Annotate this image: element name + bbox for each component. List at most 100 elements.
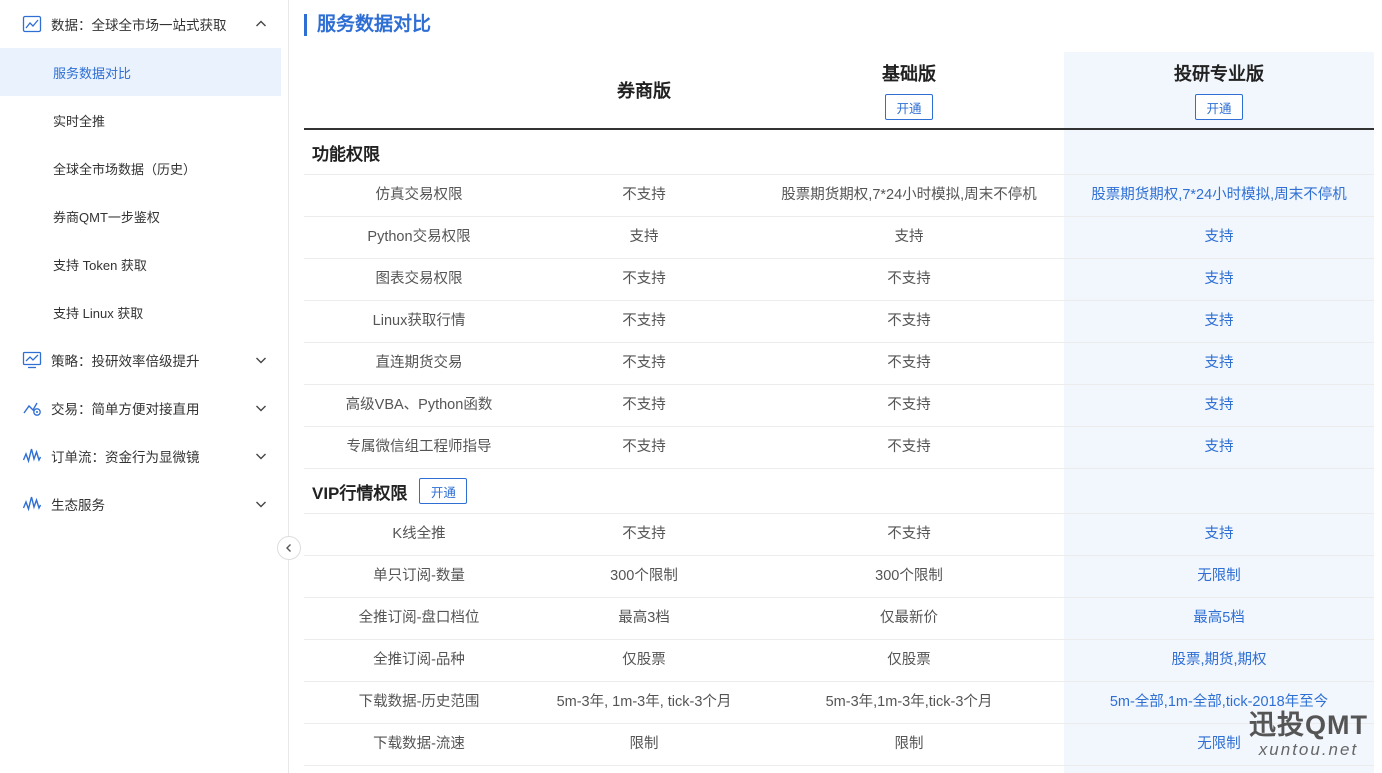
table-cell: 不支持 (622, 313, 666, 329)
sidebar-nav: 数据：全球全市场一站式获取服务数据对比 实时全推 全球全市场数据（历史） 券商QMT一… (0, 0, 288, 528)
table-cell: 限制 (629, 736, 659, 752)
table-row: 下载数据-历史范围 5m-3年, 1m-3年, tick-3个月 5m-3年,1m-… (304, 682, 1374, 724)
table-cell: 不支持 (622, 439, 666, 455)
feature-label: 全推订阅-盘口档位 (358, 610, 480, 626)
section-title: 功能权限 (312, 144, 380, 164)
sidebar-group-label: 数据：全球全市场一站式获取 (51, 18, 227, 33)
table-cell: 支持 (894, 229, 924, 245)
column-pro: 投研专业版 开通 (1064, 52, 1374, 128)
table-cell: 仅最新价 (880, 610, 938, 626)
table-cell: 仅股票 (622, 652, 666, 668)
feature-label: 高级VBA、Python函数 (345, 397, 493, 413)
main-content: 服务数据对比 券商版 基础版 开通 投研专业版 开通 功能权限 仿真交易权限 不支持… (304, 0, 1374, 773)
sidebar-item[interactable]: 券商QMT一步鉴权 (0, 192, 288, 240)
watermark-domain: xuntou.net (1258, 740, 1359, 759)
feature-label: 下载数据-历史范围 (358, 694, 480, 710)
feature-label: 单只订阅-数量 (373, 568, 465, 584)
column-name: 券商版 (617, 81, 671, 101)
chevron-left-icon (286, 544, 291, 552)
table-cell: 股票,期货,期权 (1171, 652, 1267, 668)
sidebar-group-4[interactable]: 生态服务 (0, 480, 288, 528)
feature-label: 专属微信组工程师指导 (346, 439, 492, 455)
table-cell: 不支持 (622, 271, 666, 287)
sidebar-group-2[interactable]: 交易：简单方便对接直用 (0, 384, 288, 432)
table-cell: 不支持 (887, 526, 931, 542)
table-cell: 5m-3年, 1m-3年, tick-3个月 (556, 694, 732, 710)
section-header: 功能权限 (304, 130, 1374, 175)
chart-icon (22, 15, 42, 33)
table-cell: 股票期货期权,7*24小时模拟,周末不停机 (781, 187, 1037, 203)
table-row: Linux获取行情 不支持 不支持 支持 (304, 301, 1374, 343)
table-cell: 最高3档 (618, 610, 670, 626)
table-row: 仿真交易权限 不支持 股票期货期权,7*24小时模拟,周末不停机 股票期货期权,7*2… (304, 175, 1374, 217)
monitor-chart-icon (22, 351, 42, 369)
table-row: Python交易权限 支持 支持 支持 (304, 217, 1374, 259)
table-row: 全推订阅-盘口档位 最高3档 仅最新价 最高5档 (304, 598, 1374, 640)
table-row: 专属微信组工程师指导 不支持 不支持 支持 (304, 427, 1374, 469)
table-cell: 支持 (1204, 271, 1234, 287)
table-cell: 不支持 (887, 313, 931, 329)
sidebar-item[interactable]: 实时全推 (0, 96, 288, 144)
table-row: 高级VBA、Python函数 不支持 不支持 支持 (304, 385, 1374, 427)
table-cell: 支持 (1204, 526, 1234, 542)
table-cell: 最高5档 (1193, 610, 1245, 626)
feature-label: 全推订阅-品种 (373, 652, 465, 668)
table-row: 全推订阅-品种 仅股票 仅股票 股票,期货,期权 (304, 640, 1374, 682)
comparison-table: 功能权限 仿真交易权限 不支持 股票期货期权,7*24小时模拟,周末不停机 股票期货期权… (304, 130, 1374, 766)
sidebar-item[interactable]: 支持 Token 获取 (0, 240, 288, 288)
sidebar-group-1[interactable]: 策略：投研效率倍级提升 (0, 336, 288, 384)
sidebar-item[interactable]: 全球全市场数据（历史） (0, 144, 288, 192)
sidebar-group-0[interactable]: 数据：全球全市场一站式获取 (0, 0, 288, 48)
table-cell: 股票期货期权,7*24小时模拟,周末不停机 (1091, 187, 1347, 203)
column-name: 基础版 (882, 64, 936, 84)
sidebar-item[interactable]: 支持 Linux 获取 (0, 288, 288, 336)
table-cell: 不支持 (622, 355, 666, 371)
watermark-brand: 迅投QMT (1249, 710, 1368, 740)
feature-label: K线全推 (392, 526, 446, 542)
table-cell: 不支持 (622, 397, 666, 413)
feature-label: 下载数据-流速 (373, 736, 465, 752)
table-cell: 300个限制 (875, 568, 943, 584)
chevron-up-icon (256, 20, 266, 27)
column-name: 投研专业版 (1174, 64, 1264, 84)
page-title: 服务数据对比 (304, 14, 431, 36)
table-cell: 限制 (894, 736, 924, 752)
table-row: K线全推 不支持 不支持 支持 (304, 514, 1374, 556)
table-cell: 不支持 (887, 397, 931, 413)
sidebar-group-label: 生态服务 (51, 498, 105, 513)
table-cell: 无限制 (1197, 568, 1241, 584)
feature-label: 仿真交易权限 (375, 187, 463, 203)
table-header: 券商版 基础版 开通 投研专业版 开通 (304, 52, 1374, 130)
wave-icon (22, 496, 42, 512)
collapse-sidebar-button[interactable] (277, 536, 301, 560)
activate-section-button[interactable]: 开通 (419, 478, 468, 504)
table-cell: 支持 (1204, 397, 1234, 413)
feature-label: 直连期货交易 (375, 355, 463, 371)
watermark-logo: 迅投QMT xuntou.net (1249, 710, 1368, 760)
table-row: 图表交易权限 不支持 不支持 支持 (304, 259, 1374, 301)
table-cell: 300个限制 (610, 568, 678, 584)
activate-basic-button[interactable]: 开通 (885, 94, 933, 120)
chevron-down-icon (256, 453, 266, 460)
table-cell: 支持 (1204, 355, 1234, 371)
sidebar-group-label: 交易：简单方便对接直用 (51, 402, 200, 417)
table-cell: 不支持 (887, 439, 931, 455)
column-basic: 基础版 开通 (754, 52, 1064, 128)
table-cell: 支持 (1204, 313, 1234, 329)
trend-icon (23, 402, 41, 416)
activate-pro-button[interactable]: 开通 (1195, 94, 1243, 120)
sidebar-group-3[interactable]: 订单流：资金行为显微镜 (0, 432, 288, 480)
sidebar: 数据：全球全市场一站式获取服务数据对比 实时全推 全球全市场数据（历史） 券商QMT一… (0, 0, 289, 773)
sidebar-item[interactable]: 服务数据对比 (0, 48, 281, 96)
table-cell: 5m-3年,1m-3年,tick-3个月 (825, 694, 993, 710)
table-row: 直连期货交易 不支持 不支持 支持 (304, 343, 1374, 385)
wave-icon (22, 448, 42, 464)
section-title: VIP行情权限 (312, 483, 408, 503)
table-cell: 仅股票 (887, 652, 931, 668)
table-row: 单只订阅-数量 300个限制 300个限制 无限制 (304, 556, 1374, 598)
feature-label: 图表交易权限 (375, 271, 463, 287)
table-cell: 支持 (629, 229, 659, 245)
chevron-down-icon (256, 405, 266, 412)
chevron-down-icon (256, 357, 266, 364)
table-cell: 不支持 (887, 271, 931, 287)
